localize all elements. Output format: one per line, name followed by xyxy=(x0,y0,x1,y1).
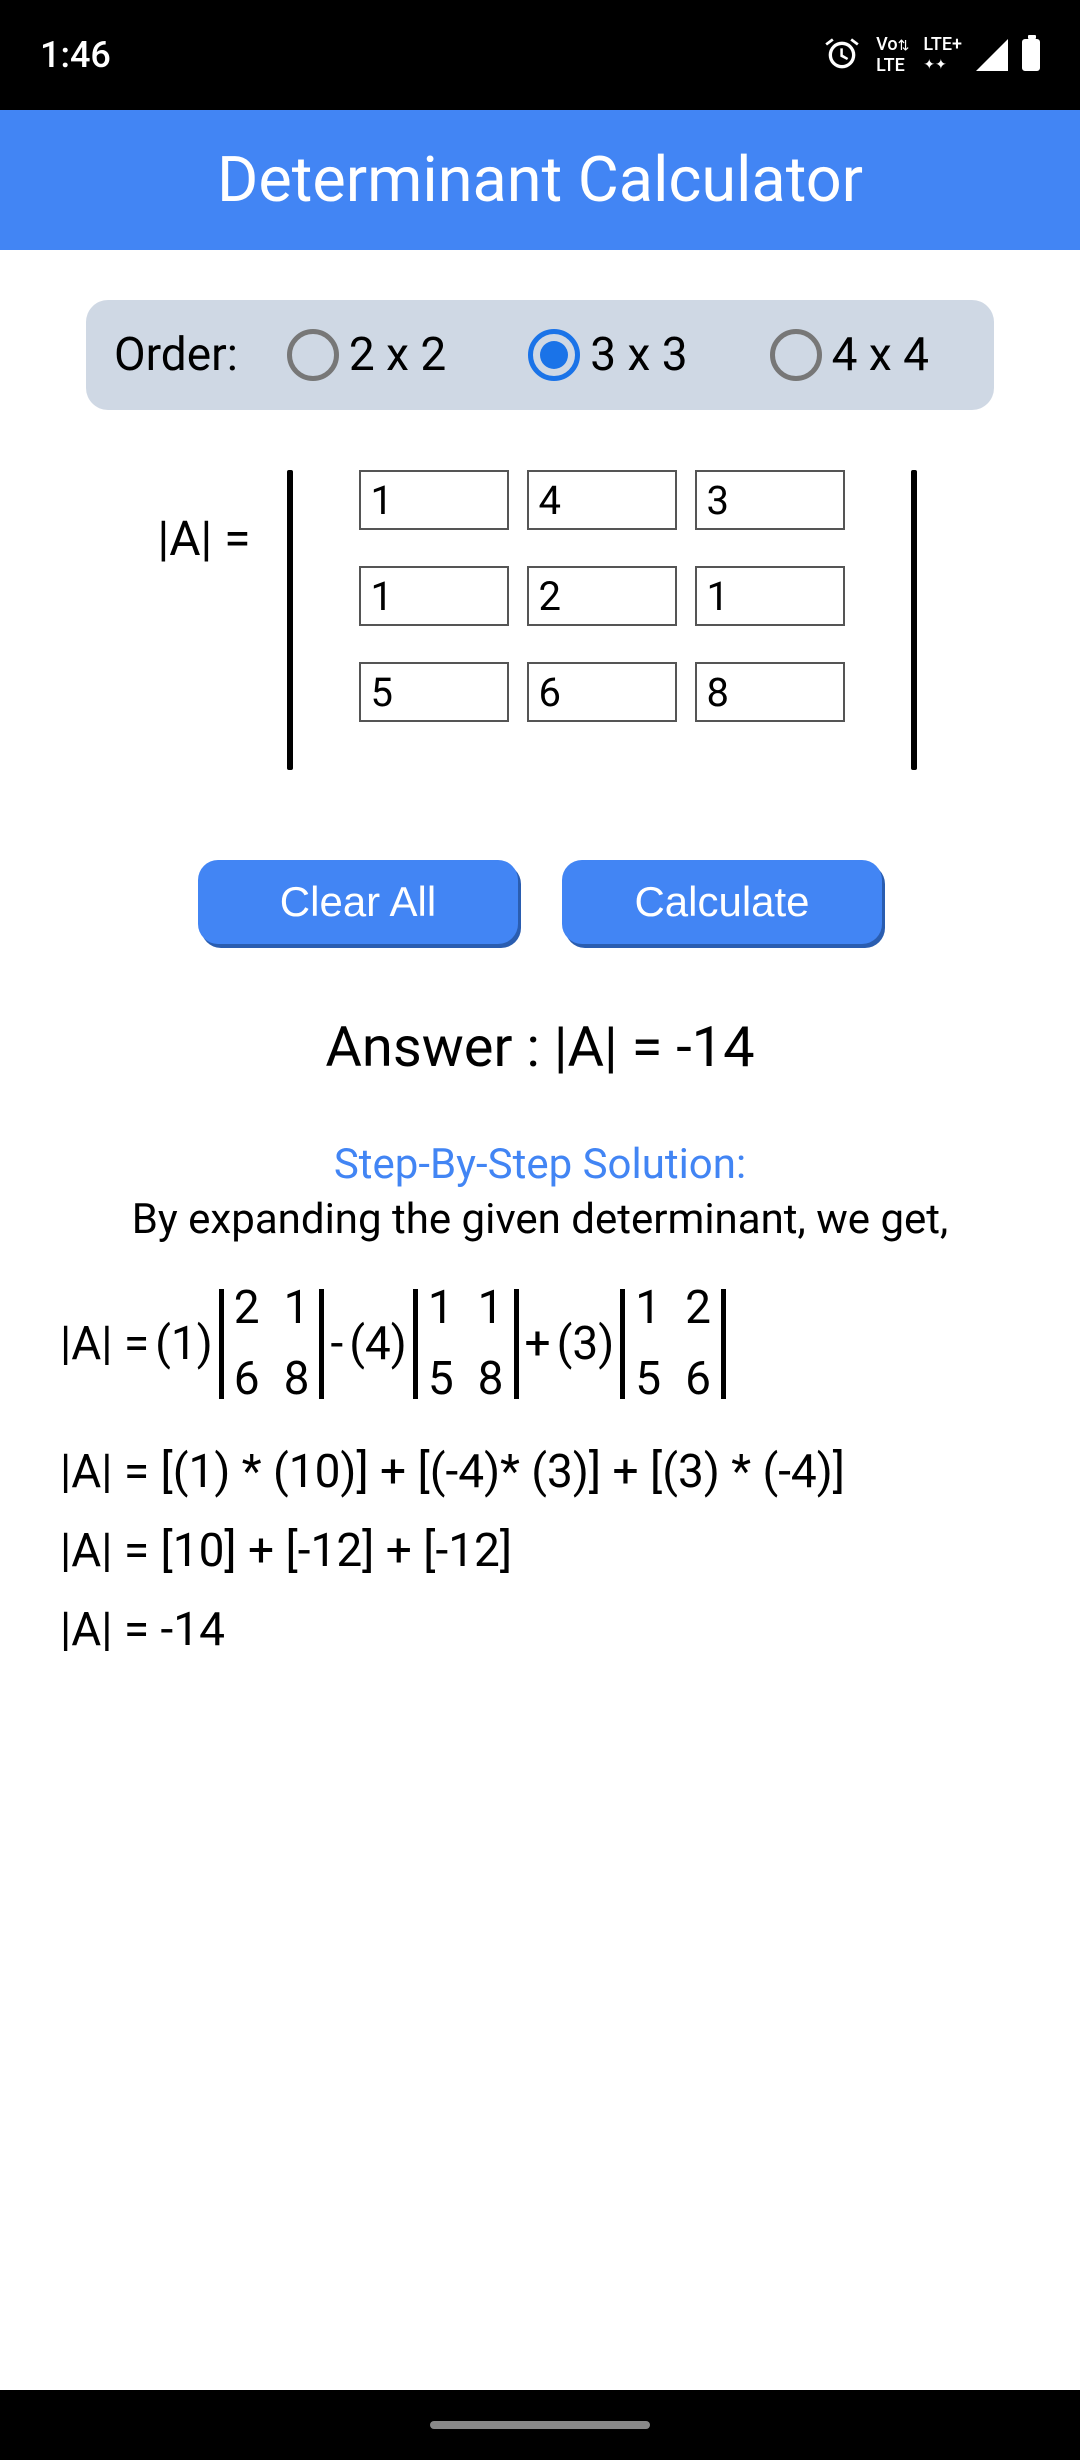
calculate-button[interactable]: Calculate xyxy=(562,860,882,944)
lte-plus-label: LTE+ ✦✦ xyxy=(923,35,962,75)
app-header: Determinant Calculator xyxy=(0,110,1080,250)
matrix-grid xyxy=(329,470,875,722)
step-title: Step-By-Step Solution: xyxy=(30,1140,1050,1189)
matrix-left-bar xyxy=(287,470,293,770)
order-panel: Order: 2 x 2 3 x 3 4 x 4 xyxy=(86,300,994,410)
matrix-label: |A| = xyxy=(158,470,251,567)
matrix-cell-0-1[interactable] xyxy=(527,470,677,530)
matrix-cell-2-2[interactable] xyxy=(695,662,845,722)
solution-line-1: |A| = [(1) * (10)] + [(-4)* (3)] + [(3) … xyxy=(60,1438,1020,1507)
matrix-cell-0-2[interactable] xyxy=(695,470,845,530)
matrix-cell-1-2[interactable] xyxy=(695,566,845,626)
step-intro: By expanding the given determinant, we g… xyxy=(30,1195,1050,1244)
matrix-right-bar xyxy=(911,470,917,770)
button-row: Clear All Calculate xyxy=(30,860,1050,944)
minor-0: 21 68 xyxy=(219,1274,325,1414)
status-time: 1:46 xyxy=(40,34,111,76)
radio-icon xyxy=(770,329,822,381)
order-option-3x3[interactable]: 3 x 3 xyxy=(528,328,687,382)
order-radio-group: 2 x 2 3 x 3 4 x 4 xyxy=(250,328,966,382)
solution-line-2: |A| = [10] + [-12] + [-12] xyxy=(60,1517,1020,1586)
alarm-icon xyxy=(822,35,862,75)
radio-icon xyxy=(528,329,580,381)
order-option-2x2[interactable]: 2 x 2 xyxy=(287,328,446,382)
matrix-cell-2-0[interactable] xyxy=(359,662,509,722)
minor-2: 12 56 xyxy=(620,1274,726,1414)
network-label: Vo⇅ LTE xyxy=(876,35,909,76)
signal-icon xyxy=(976,39,1008,71)
minor-1: 11 58 xyxy=(413,1274,519,1414)
expansion-row: |A| = (1) 21 68 - (4) 11 58 + xyxy=(60,1274,1020,1414)
nav-pill[interactable] xyxy=(430,2421,650,2429)
app-title: Determinant Calculator xyxy=(217,144,863,217)
order-option-4x4[interactable]: 4 x 4 xyxy=(770,328,929,382)
matrix-cell-1-1[interactable] xyxy=(527,566,677,626)
nav-bar xyxy=(0,2390,1080,2460)
matrix-cell-2-1[interactable] xyxy=(527,662,677,722)
radio-icon xyxy=(287,329,339,381)
matrix-cell-0-0[interactable] xyxy=(359,470,509,530)
solution-line-3: |A| = -14 xyxy=(60,1596,1020,1665)
matrix-area: |A| = xyxy=(30,470,1050,770)
battery-icon xyxy=(1022,39,1040,71)
solution-block: |A| = (1) 21 68 - (4) 11 58 + xyxy=(30,1274,1050,1665)
clear-all-button[interactable]: Clear All xyxy=(198,860,518,944)
status-right: Vo⇅ LTE LTE+ ✦✦ xyxy=(822,35,1040,76)
order-label: Order: xyxy=(114,328,238,382)
answer-text: Answer : |A| = -14 xyxy=(30,1014,1050,1080)
status-bar: 1:46 Vo⇅ LTE LTE+ ✦✦ xyxy=(0,0,1080,110)
matrix-cell-1-0[interactable] xyxy=(359,566,509,626)
